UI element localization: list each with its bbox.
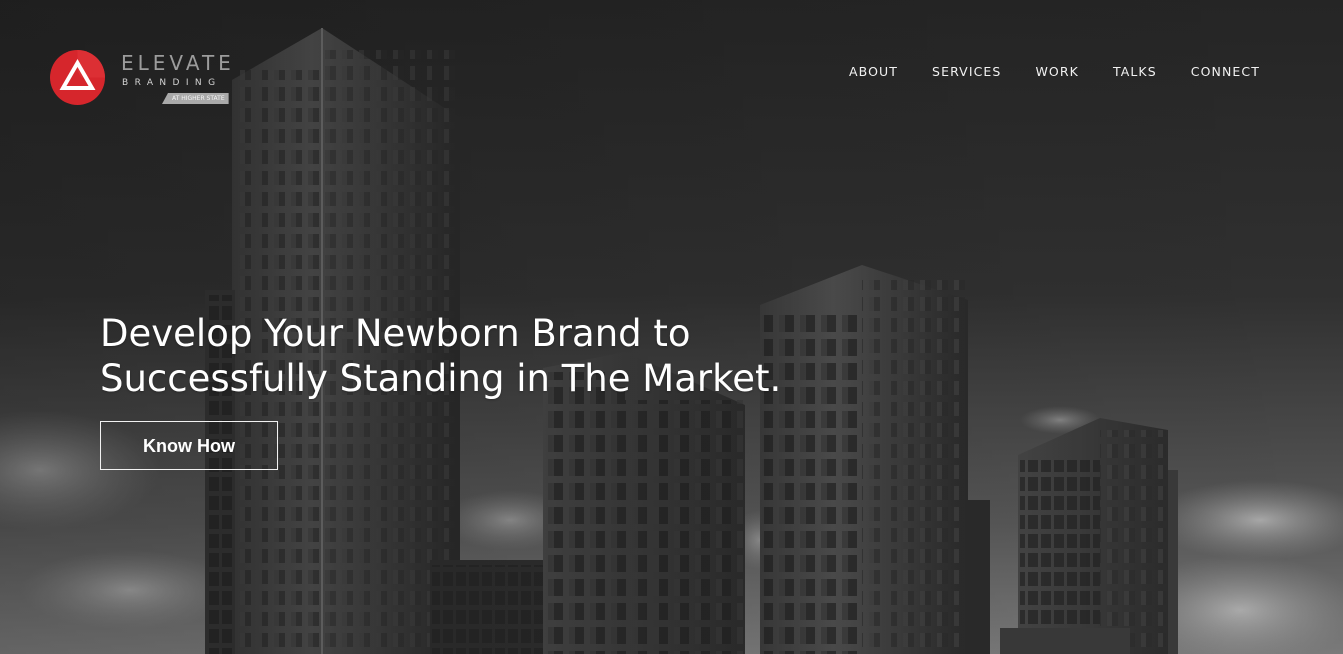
nav-item-work[interactable]: WORK	[1035, 63, 1078, 81]
nav-item-connect[interactable]: CONNECT	[1191, 63, 1260, 81]
nav-item-about[interactable]: ABOUT	[849, 63, 898, 81]
triangle-logo-icon	[50, 50, 105, 105]
brand-subtitle: BRANDING	[122, 78, 222, 88]
hero-headline-line1: Develop Your Newborn Brand to	[100, 312, 691, 355]
brand-tagline: AT HIGHER STATE	[162, 93, 229, 104]
hero-headline: Develop Your Newborn Brand to Successful…	[100, 311, 781, 401]
hero-section: ELEVATE BRANDING AT HIGHER STATE ABOUT S…	[0, 0, 1343, 654]
hero-headline-line2: Successfully Standing in The Market.	[100, 357, 782, 400]
brand-logo[interactable]: ELEVATE BRANDING AT HIGHER STATE	[50, 50, 250, 110]
main-nav: ABOUT SERVICES WORK TALKS CONNECT	[849, 63, 1260, 81]
brand-name: ELEVATE	[121, 51, 235, 75]
know-how-button[interactable]: Know How	[100, 421, 278, 470]
nav-item-talks[interactable]: TALKS	[1113, 63, 1157, 81]
nav-item-services[interactable]: SERVICES	[932, 63, 1001, 81]
